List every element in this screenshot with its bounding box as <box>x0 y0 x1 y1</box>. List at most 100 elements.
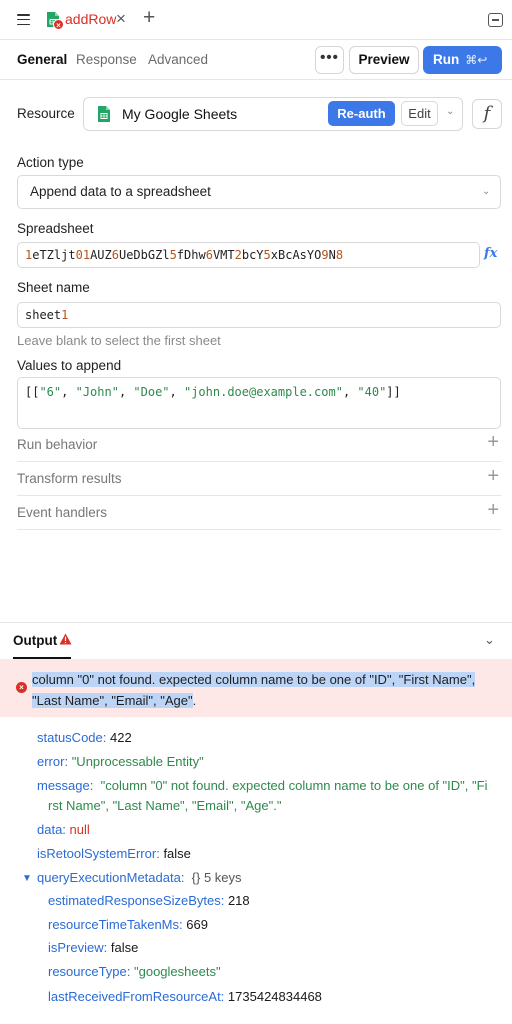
code-token: xBcAsYO <box>270 248 322 262</box>
chevron-down-icon: ⌄ <box>482 186 491 197</box>
code-token: 0 <box>75 248 83 262</box>
sheet-name-value: sheet1 <box>25 308 68 322</box>
field-key: data: <box>37 822 66 837</box>
code-token: AUZ <box>90 248 112 262</box>
code-token: ]] <box>386 385 401 399</box>
field-error: error: "Unprocessable Entity" <box>37 754 204 769</box>
field-message-continued: rst Name", "Last Name", "Email", "Age"." <box>48 798 281 813</box>
error-icon: × <box>16 682 27 693</box>
code-token: 2 <box>234 248 242 262</box>
action-type-label: Action type <box>17 155 84 170</box>
values-label: Values to append <box>17 358 122 373</box>
field-value: null <box>69 822 90 837</box>
error-line-end: . <box>192 693 197 708</box>
section-transform-results[interactable]: Transform results + <box>17 462 501 496</box>
code-token: N <box>328 248 336 262</box>
spreadsheet-label: Spreadsheet <box>17 221 94 236</box>
sheet-name-text: sheet <box>25 308 62 322</box>
reauth-button[interactable]: Re-auth <box>328 101 395 126</box>
field-resource-type: resourceType: "googlesheets" <box>48 964 221 979</box>
field-query-execution-metadata[interactable]: queryExecutionMetadata: {} 5 keys <box>37 870 242 885</box>
section-event-handlers[interactable]: Event handlers + <box>17 496 501 530</box>
function-toggle-button[interactable]: f <box>472 99 502 129</box>
field-value: false <box>163 846 191 861</box>
code-token: bcY <box>241 248 264 262</box>
field-key: error: <box>37 754 69 769</box>
error-badge-icon: × <box>53 19 64 30</box>
warning-icon <box>59 633 72 645</box>
field-value: "column "0" not found. expected column n… <box>100 778 488 793</box>
field-data: data: null <box>37 822 90 837</box>
field-value: rst Name", "Last Name", "Email", "Age"." <box>48 798 282 813</box>
code-token: "Doe" <box>133 385 170 399</box>
code-token: 6 <box>205 248 213 262</box>
field-value: "Unprocessable Entity" <box>71 754 204 769</box>
section-label: Transform results <box>17 471 122 486</box>
code-token: 1 <box>82 248 91 262</box>
close-tab-icon[interactable]: × <box>116 9 126 29</box>
code-token: , <box>169 385 184 399</box>
output-header <box>0 622 512 659</box>
chevron-down-icon[interactable]: ⌄ <box>446 106 454 117</box>
minimize-panel-icon[interactable] <box>488 13 503 27</box>
menu-icon[interactable] <box>17 14 30 25</box>
code-token: "john.doe@example.com" <box>183 385 343 399</box>
field-value: "googlesheets" <box>134 964 221 979</box>
code-token: , <box>118 385 134 399</box>
code-token: "John" <box>75 385 119 399</box>
field-last-received: lastReceivedFromResourceAt: 173542483446… <box>48 989 322 1004</box>
field-value: false <box>110 940 139 955</box>
field-resource-time-taken: resourceTimeTakenMs: 669 <box>48 917 208 932</box>
run-shortcut-hint: ⌘↩ <box>465 53 488 67</box>
tab-advanced[interactable]: Advanced <box>148 52 208 67</box>
field-is-preview: isPreview: false <box>48 940 138 955</box>
section-run-behavior[interactable]: Run behavior + <box>17 428 501 462</box>
field-status-code: statusCode: 422 <box>37 730 132 745</box>
field-key: estimatedResponseSizeBytes: <box>48 893 225 908</box>
error-line-2: "Last Name", "Email", "Age" <box>32 693 193 708</box>
code-token: [[ <box>25 385 40 399</box>
field-key: resourceType: <box>48 964 131 979</box>
field-is-retool-system-error: isRetoolSystemError: false <box>37 846 191 861</box>
fx-icon[interactable]: fx <box>484 246 497 261</box>
code-token: 6 <box>111 248 119 262</box>
spreadsheet-id-value: 1eTZljt01AUZ6UeDbGZl5fDhw6VMT2bcY5xBcAsY… <box>25 248 343 262</box>
error-message: column "0" not found. expected column na… <box>32 669 502 711</box>
field-key: lastReceivedFromResourceAt: <box>48 989 225 1004</box>
plus-icon[interactable]: + <box>487 499 499 522</box>
code-token: eTZljt <box>32 248 76 262</box>
code-token: "40" <box>357 385 387 399</box>
code-token: 5 <box>263 248 271 262</box>
resource-label: Resource <box>17 106 75 121</box>
tab-response[interactable]: Response <box>76 52 137 67</box>
code-token: "6" <box>39 385 62 399</box>
plus-icon[interactable]: + <box>487 431 499 454</box>
chevron-down-icon[interactable]: ⌄ <box>484 632 495 648</box>
sheet-name-number: 1 <box>61 308 69 322</box>
sheet-name-input[interactable] <box>17 302 501 328</box>
output-tab[interactable]: Output <box>13 633 57 648</box>
section-label: Run behavior <box>17 437 98 452</box>
section-label: Event handlers <box>17 505 108 520</box>
plus-icon[interactable]: + <box>487 465 499 488</box>
preview-button[interactable]: Preview <box>349 46 419 74</box>
google-sheets-icon <box>98 106 110 122</box>
run-button[interactable]: Run ⌘↩ <box>423 46 502 74</box>
field-message: message: "column "0" not found. expected… <box>37 778 487 793</box>
field-key: message: <box>37 778 94 793</box>
query-tab-title[interactable]: addRow <box>65 11 116 27</box>
expand-triangle-icon[interactable]: ▼ <box>22 873 32 884</box>
resource-name: My Google Sheets <box>122 106 238 122</box>
field-key: statusCode: <box>37 730 107 745</box>
field-value: 218 <box>227 893 250 908</box>
field-value: 1735424834468 <box>227 989 322 1004</box>
tab-general[interactable]: General <box>17 52 67 67</box>
field-key: queryExecutionMetadata: <box>37 870 185 885</box>
field-key: resourceTimeTakenMs: <box>48 917 183 932</box>
field-estimated-response-size: estimatedResponseSizeBytes: 218 <box>48 893 250 908</box>
add-tab-icon[interactable]: + <box>143 6 155 30</box>
sheet-name-helper: Leave blank to select the first sheet <box>17 333 221 348</box>
code-token: 8 <box>335 248 344 262</box>
edit-resource-button[interactable]: Edit <box>401 101 438 126</box>
more-options-button[interactable]: ••• <box>315 46 344 74</box>
